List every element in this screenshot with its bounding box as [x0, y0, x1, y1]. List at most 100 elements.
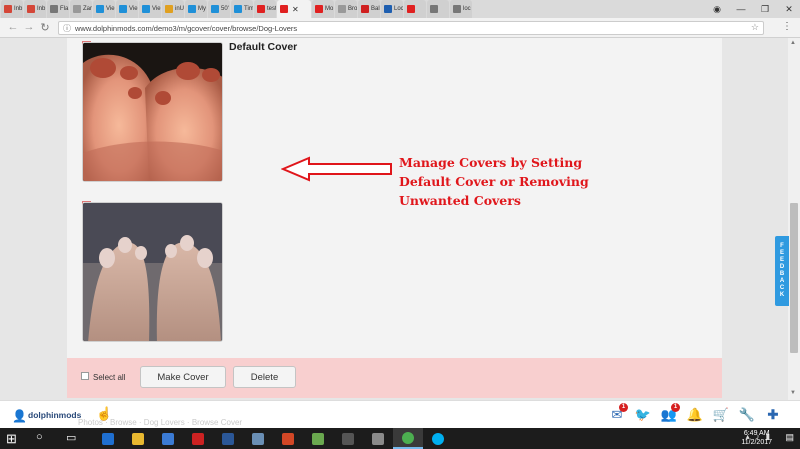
taskbar-app[interactable] — [423, 428, 453, 449]
tab-label: 50' — [221, 6, 229, 12]
scroll-thumb[interactable] — [790, 203, 798, 353]
browser-tab[interactable] — [427, 0, 449, 18]
browser-tab[interactable]: Inb — [24, 0, 46, 18]
browser-tab[interactable]: Vie — [93, 0, 115, 18]
delete-button[interactable]: Delete — [233, 366, 296, 388]
browser-tab[interactable]: Vie — [139, 0, 161, 18]
annotation-line-3: Unwanted Covers — [399, 193, 521, 208]
skype-app-icon — [432, 432, 444, 445]
site-info-icon[interactable]: ⓘ — [63, 23, 71, 34]
wrench-icon[interactable]: 🔧 — [738, 406, 756, 424]
mail-icon[interactable]: ✉ 1 — [608, 403, 628, 424]
account-icon[interactable]: ◉ — [710, 4, 724, 15]
forward-icon[interactable]: → — [22, 21, 36, 33]
browser-menu-icon[interactable]: ⋮ — [782, 21, 792, 32]
taskbar-app[interactable] — [303, 428, 333, 449]
browser-tab[interactable]: Inb — [1, 0, 23, 18]
tab-label: inU — [175, 6, 184, 12]
bell-icon[interactable]: 🔔 — [686, 406, 704, 424]
taskbar-app[interactable] — [363, 428, 393, 449]
taskbar-app[interactable] — [93, 428, 123, 449]
taskbar-app[interactable] — [153, 428, 183, 449]
tab-label: Tim — [244, 6, 253, 12]
tab-favicon-icon — [430, 5, 438, 13]
twitter-icon[interactable]: 🐦 — [634, 406, 652, 424]
notifications-icon[interactable]: ▤ — [785, 432, 794, 443]
annotation-line-1: Manage Covers by Setting — [399, 155, 583, 170]
scroll-down-icon[interactable]: ▼ — [790, 390, 796, 396]
site-bottom-bar: 👤 dolphinmods Photos · Browse · Dog Love… — [0, 400, 800, 428]
browser-tab[interactable]: test — [254, 0, 276, 18]
reload-icon[interactable]: ↻ — [38, 21, 52, 34]
close-window-button[interactable]: ✕ — [782, 4, 796, 15]
browser-tab[interactable]: Bal — [358, 0, 380, 18]
annotation-text: Manage Covers by Setting Default Cover o… — [399, 153, 659, 210]
feedback-letter: A — [779, 278, 785, 284]
taskbar-apps — [93, 428, 453, 449]
tab-favicon-icon — [50, 5, 58, 13]
tab-close-icon[interactable]: ✕ — [292, 5, 299, 14]
paint-app-icon — [312, 432, 324, 445]
browser-tab[interactable] — [404, 0, 426, 18]
tab-label: test — [267, 6, 276, 12]
hand-pointer-icon: ☝ — [96, 406, 113, 421]
plus-icon[interactable]: ✚ — [764, 406, 782, 424]
maximize-button[interactable]: ❐ — [758, 4, 772, 15]
brand-user-icon[interactable]: 👤 — [12, 409, 27, 423]
windows-taskbar: ⊞ ○ ▭ ▴ ♪ ▮ 6:49 AM 11/2/2017 ▤ — [0, 428, 800, 449]
select-all-checkbox[interactable] — [81, 372, 89, 380]
browser-tab[interactable]: Zar — [70, 0, 92, 18]
tab-label: Bal — [371, 6, 380, 12]
tab-favicon-icon — [384, 5, 392, 13]
browser-tab[interactable]: loc — [450, 0, 472, 18]
cover-1-image[interactable] — [82, 42, 223, 182]
search-icon[interactable]: ○ — [36, 431, 43, 443]
cover-2-image[interactable] — [82, 202, 223, 342]
tab-favicon-icon — [188, 5, 196, 13]
browser-tab[interactable]: inU — [162, 0, 184, 18]
taskbar-app[interactable] — [213, 428, 243, 449]
windows-start-icon[interactable]: ⊞ — [6, 431, 17, 447]
tab-favicon-icon — [27, 5, 35, 13]
taskbar-app[interactable] — [393, 428, 423, 449]
feedback-tab[interactable]: FEEDBACK — [775, 236, 789, 306]
taskbar-app[interactable] — [183, 428, 213, 449]
tab-favicon-icon — [211, 5, 219, 13]
tab-favicon-icon — [96, 5, 104, 13]
tab-label: Inb — [14, 6, 23, 12]
cart-icon[interactable]: 🛒 — [712, 406, 730, 424]
cover-action-bar: Select all Make Cover Delete — [67, 358, 722, 398]
browser-tab[interactable]: Loc — [381, 0, 403, 18]
page-viewport: Default Cover Manage Covers by Setting D… — [0, 38, 788, 400]
minimize-button[interactable]: — — [734, 4, 748, 14]
brand-name-link[interactable]: dolphinmods — [28, 410, 81, 420]
tab-favicon-icon — [165, 5, 173, 13]
task-view-icon[interactable]: ▭ — [66, 431, 76, 444]
browser-tab[interactable]: Tim — [231, 0, 253, 18]
taskbar-app[interactable] — [123, 428, 153, 449]
browser-tab[interactable]: My — [185, 0, 207, 18]
url-input[interactable]: ⓘ www.dolphinmods.com/demo3/m/gcover/cov… — [58, 21, 764, 35]
bookmark-star-icon[interactable]: ☆ — [751, 22, 759, 33]
scroll-up-icon[interactable]: ▲ — [790, 40, 796, 46]
browser-tab[interactable]: 50' — [208, 0, 230, 18]
browser-tab[interactable]: Vie — [116, 0, 138, 18]
page-scrollbar[interactable]: ▲ ▼ — [788, 38, 800, 400]
tab-favicon-icon — [453, 5, 461, 13]
site-bar-icons: ✉ 1 🐦 👥 1 🔔 🛒 🔧 ✚ — [608, 403, 782, 424]
browser-tab[interactable]: Bro — [335, 0, 357, 18]
browser-tab[interactable]: Mo — [312, 0, 334, 18]
taskbar-app[interactable] — [333, 428, 363, 449]
tab-label: Zar — [83, 6, 92, 12]
browser-tab[interactable]: Fla — [47, 0, 69, 18]
taskbar-clock[interactable]: 6:49 AM 11/2/2017 — [741, 429, 772, 447]
friends-icon[interactable]: 👥 1 — [660, 403, 680, 424]
tab-label: Inb — [37, 6, 46, 12]
browser-tab[interactable]: ✕ — [277, 0, 311, 18]
back-icon[interactable]: ← — [6, 21, 20, 33]
tab-label: Loc — [394, 6, 403, 12]
tab-favicon-icon — [361, 5, 369, 13]
make-cover-button[interactable]: Make Cover — [140, 366, 226, 388]
taskbar-app[interactable] — [243, 428, 273, 449]
taskbar-app[interactable] — [273, 428, 303, 449]
